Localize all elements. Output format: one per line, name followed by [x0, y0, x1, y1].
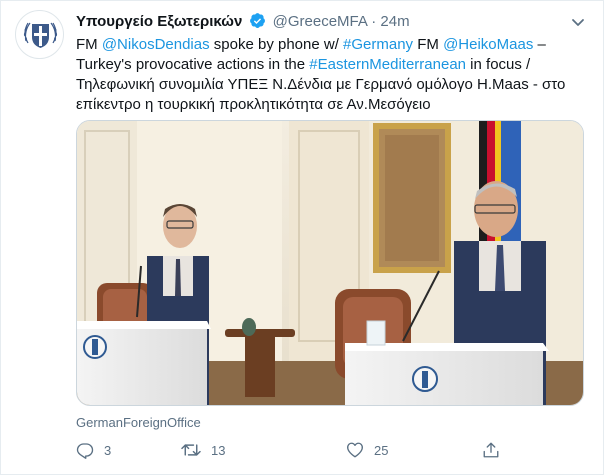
tweet-text: FM @NikosDendias spoke by phone w/ #Germ…	[76, 35, 576, 115]
account-handle[interactable]: @GreeceMFA	[273, 13, 367, 30]
tweet-actions: 3 13 25	[76, 439, 506, 463]
heart-icon	[347, 442, 363, 458]
press-conference-photo	[77, 121, 583, 405]
hashtag-link[interactable]: #Germany	[343, 36, 413, 53]
separator-dot: ·	[371, 13, 377, 30]
tweet-header: Υπουργείο Εξωτερικών @GreeceMFA · 24m	[76, 12, 410, 35]
like-button[interactable]: 25	[346, 439, 388, 461]
tweet-timestamp[interactable]: 24m	[380, 13, 409, 30]
account-name[interactable]: Υπουργείο Εξωτερικών	[76, 13, 242, 30]
retweet-icon	[181, 444, 201, 456]
avatar[interactable]	[15, 10, 64, 59]
share-button[interactable]	[482, 439, 510, 461]
reply-count: 3	[104, 442, 112, 458]
reply-icon	[76, 443, 94, 459]
tweet-card[interactable]: Υπουργείο Εξωτερικών @GreeceMFA · 24m FM…	[0, 0, 604, 475]
reply-button[interactable]: 3	[76, 439, 111, 461]
tweet-photo[interactable]	[76, 120, 584, 406]
mention-link[interactable]: @HeikoMaas	[443, 36, 533, 53]
tweet-text-segment: FM	[76, 36, 102, 53]
media-credit[interactable]: GermanForeignOffice	[76, 415, 201, 430]
mention-link[interactable]: @NikosDendias	[102, 36, 210, 53]
tweet-text-segment: spoke by phone w/	[209, 36, 344, 53]
hashtag-link[interactable]: #EasternMediterranean	[309, 56, 466, 73]
like-count: 25	[374, 442, 389, 458]
retweet-count: 13	[211, 442, 226, 458]
greek-coat-of-arms-icon	[23, 22, 58, 48]
share-icon	[483, 442, 499, 458]
tweet-text-segment: FM	[413, 36, 444, 53]
verified-badge-icon	[249, 12, 266, 35]
chevron-down-icon[interactable]	[569, 13, 587, 31]
retweet-button[interactable]: 13	[181, 439, 225, 461]
